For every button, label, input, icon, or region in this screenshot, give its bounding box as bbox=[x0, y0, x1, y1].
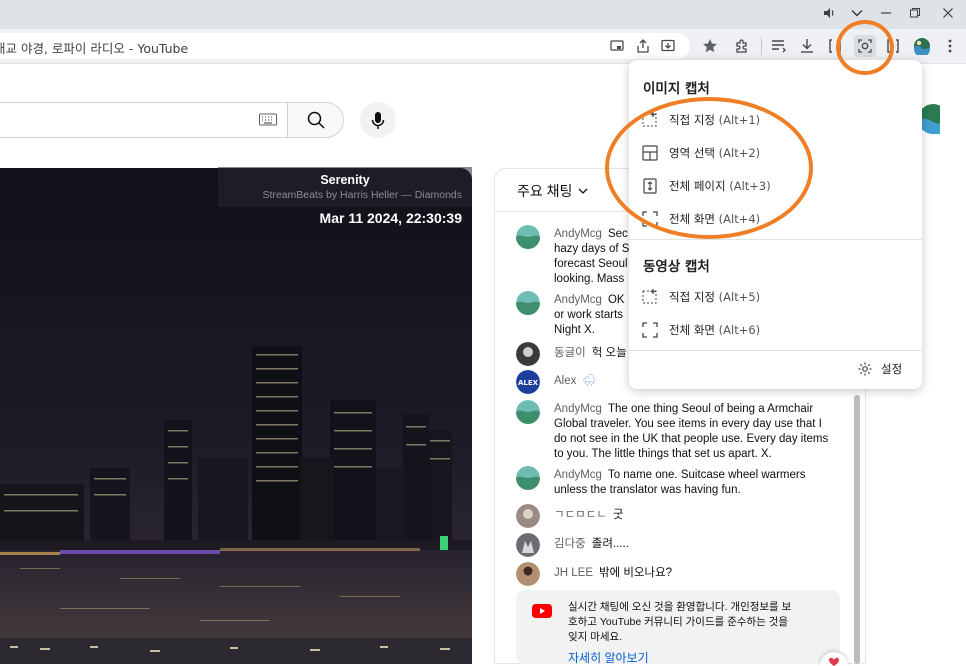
gear-icon bbox=[857, 361, 873, 377]
avatar[interactable] bbox=[516, 562, 540, 586]
chat-text-line: Global traveler. You see items in every … bbox=[554, 418, 822, 430]
keyboard-icon[interactable] bbox=[259, 113, 277, 127]
avatar[interactable] bbox=[516, 291, 540, 315]
download-icon[interactable] bbox=[797, 36, 817, 56]
reading-list-icon[interactable] bbox=[769, 36, 789, 56]
chat-message: JH LEE 밖에 비오나요? bbox=[516, 562, 846, 586]
share-icon[interactable] bbox=[633, 36, 653, 56]
video-player[interactable] bbox=[0, 168, 472, 664]
menu-item-label: 전체 화면 (Alt+6) bbox=[669, 323, 761, 337]
video-capture-full-screen[interactable]: 전체 화면 (Alt+6) bbox=[639, 316, 912, 344]
avatar[interactable] bbox=[516, 504, 540, 528]
song-title: Serenity bbox=[320, 173, 370, 187]
chat-text-line: Sec bbox=[607, 228, 628, 240]
avatar[interactable] bbox=[516, 342, 540, 366]
avatar[interactable] bbox=[516, 466, 540, 490]
chat-text-line: to you. The little things that set us ap… bbox=[554, 448, 772, 460]
annotation-circle-capture-icon bbox=[836, 20, 894, 75]
page-title-in-omnibox: 대교 야경, 로파이 라디오 - YouTube bbox=[0, 41, 189, 56]
extension-puzzle-icon[interactable] bbox=[732, 36, 752, 56]
song-artist: StreamBeats by Harris Heller — Diamonds bbox=[262, 189, 462, 201]
microphone-icon bbox=[370, 110, 386, 130]
chat-text: 졸려..... bbox=[591, 538, 629, 550]
chat-text: 굿 bbox=[612, 509, 624, 521]
custom-area-icon bbox=[641, 288, 659, 306]
full-screen-icon bbox=[641, 321, 659, 339]
capture-settings-button[interactable]: 설정 bbox=[857, 361, 902, 377]
chat-text-line: OK bbox=[607, 294, 625, 306]
avatar[interactable] bbox=[516, 225, 540, 249]
chat-text: 헉 오늘 bbox=[591, 347, 627, 359]
chat-welcome-banner: 실시간 채팅에 오신 것을 환영합니다. 개인정보를 보 호하고 YouTube… bbox=[516, 590, 840, 665]
chat-author[interactable]: ㄱㄷㅁㄷㄴ bbox=[554, 509, 607, 521]
welcome-text-line: 호하고 YouTube 커뮤니티 가이드를 준수하는 것을 bbox=[568, 616, 789, 628]
search-button[interactable] bbox=[287, 102, 344, 138]
install-app-icon[interactable] bbox=[658, 36, 678, 56]
chat-author[interactable]: AndyMcg bbox=[554, 228, 602, 240]
video-capture-section-title: 동영상 캡처 bbox=[643, 259, 710, 275]
welcome-text-line: 실시간 채팅에 오신 것을 환영합니다. 개인정보를 보 bbox=[568, 601, 792, 613]
chat-text-line: To name one. Suitcase wheel warmers bbox=[607, 469, 806, 481]
chat-author[interactable]: Alex bbox=[554, 375, 576, 387]
toolbar-divider bbox=[761, 37, 762, 55]
chat-text-line: The one thing Seoul of being a Armchair bbox=[607, 403, 814, 415]
chat-mode-label: 주요 채팅 bbox=[517, 183, 573, 199]
chat-message: ㄱㄷㅁㄷㄴ 굿 bbox=[516, 504, 846, 528]
menu-divider bbox=[629, 239, 922, 240]
chat-text: 밖에 비오나요? bbox=[599, 567, 673, 579]
chat-message: 김다중 졸려..... bbox=[516, 533, 846, 557]
chat-author[interactable]: AndyMcg bbox=[554, 403, 602, 415]
chat-text-line: unless the translator was having fun. bbox=[554, 484, 741, 496]
chat-author[interactable]: JH LEE bbox=[554, 567, 593, 579]
welcome-text-line: 잊지 마세요. bbox=[568, 631, 623, 643]
chat-author[interactable]: 김다중 bbox=[554, 538, 586, 550]
night-cityscape-image bbox=[0, 168, 472, 664]
chat-author[interactable]: AndyMcg bbox=[554, 469, 602, 481]
restore-button[interactable] bbox=[904, 3, 926, 23]
browser-toolbar: 대교 야경, 로파이 라디오 - YouTube bbox=[0, 29, 966, 64]
avatar[interactable] bbox=[516, 533, 540, 557]
address-bar[interactable]: 대교 야경, 로파이 라디오 - YouTube bbox=[0, 33, 690, 59]
chat-message: AndyMcg To name one. Suitcase wheel warme… bbox=[516, 466, 846, 498]
more-menu-icon[interactable] bbox=[940, 36, 960, 56]
annotation-circle-image-capture-items bbox=[605, 97, 813, 239]
settings-label: 설정 bbox=[881, 364, 903, 376]
cast-icon[interactable] bbox=[607, 36, 627, 56]
avatar[interactable] bbox=[516, 400, 540, 424]
video-capture-custom-area[interactable]: 직접 지정 (Alt+5) bbox=[639, 283, 912, 311]
video-timestamp: Mar 11 2024, 22:30:39 bbox=[319, 210, 462, 226]
chevron-down-icon bbox=[578, 188, 588, 194]
chat-author[interactable]: AndyMcg bbox=[554, 294, 602, 306]
chat-message: AndyMcg The one thing Seoul of being a Ar… bbox=[516, 400, 846, 462]
now-playing-overlay: Serenity StreamBeats by Harris Heller — … bbox=[218, 167, 472, 207]
minimize-button[interactable] bbox=[875, 3, 897, 23]
image-capture-section-title: 이미지 캡처 bbox=[643, 81, 710, 97]
voice-search-button[interactable] bbox=[360, 102, 396, 138]
avatar[interactable]: ALEX bbox=[516, 370, 540, 394]
chat-mode-dropdown[interactable]: 주요 채팅 bbox=[517, 181, 589, 201]
window-title-bar bbox=[0, 0, 966, 29]
rain-emoji: 🌧 bbox=[582, 375, 597, 387]
chat-author[interactable]: 동글이 bbox=[554, 347, 586, 359]
youtube-logo-icon bbox=[532, 604, 552, 618]
speaker-icon[interactable] bbox=[818, 3, 840, 23]
chat-text-line: do not see in the UK that people use. Ev… bbox=[554, 433, 829, 445]
chat-scrollbar[interactable] bbox=[854, 395, 860, 664]
bookmark-star-icon[interactable] bbox=[700, 36, 720, 56]
profile-avatar-icon[interactable] bbox=[912, 36, 932, 56]
search-icon bbox=[306, 110, 326, 130]
menu-item-label: 직접 지정 (Alt+5) bbox=[669, 290, 761, 304]
menu-divider bbox=[629, 350, 922, 351]
close-button[interactable] bbox=[937, 3, 959, 23]
search-input[interactable] bbox=[0, 102, 288, 138]
svg-text:ALEX: ALEX bbox=[518, 379, 539, 387]
